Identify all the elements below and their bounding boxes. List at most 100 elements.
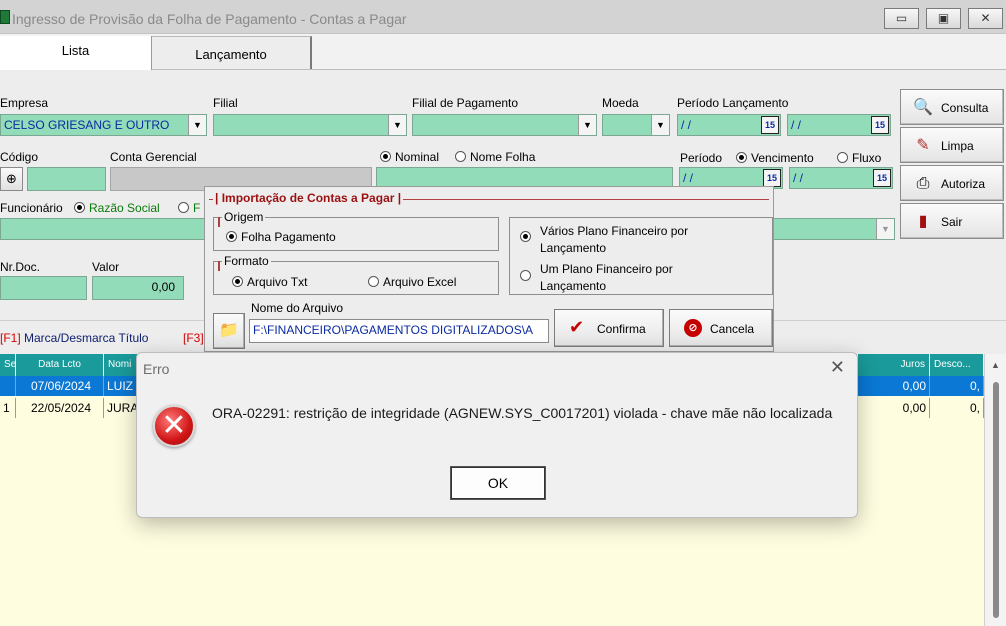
folha-pagamento-label: Folha Pagamento: [241, 230, 336, 244]
col-header-data[interactable]: Data Lcto: [16, 354, 104, 376]
vencimento-radio[interactable]: Vencimento: [736, 151, 814, 165]
periodo-lancamento-fim[interactable]: / / 15: [787, 114, 891, 136]
close-icon[interactable]: ✕: [830, 357, 845, 378]
exit-door-icon: ▮: [918, 213, 928, 230]
nome-folha-radio[interactable]: Nome Folha: [455, 150, 535, 164]
other-radio[interactable]: F: [178, 201, 200, 215]
col-header-juros[interactable]: Juros: [858, 354, 930, 376]
nrdoc-input[interactable]: [0, 276, 87, 300]
razao-social-radio[interactable]: Razão Social: [74, 201, 160, 215]
cancel-icon: ⊘: [684, 319, 702, 337]
empresa-label: Empresa: [0, 96, 49, 110]
nominal-radio[interactable]: Nominal: [380, 150, 439, 164]
import-dialog: | Importação de Contas a Pagar | Origem …: [204, 186, 774, 352]
minimize-button[interactable]: ▭: [884, 8, 919, 29]
calendar-icon[interactable]: 15: [871, 116, 889, 134]
tab-lista[interactable]: Lista: [0, 36, 152, 70]
date-text: / /: [683, 171, 694, 185]
grid-scrollbar[interactable]: ▲: [984, 354, 1006, 626]
cell-data: 22/05/2024: [16, 398, 104, 418]
um-plano-text: Um Plano Financeiro por Lançamento: [540, 261, 673, 295]
confirma-button[interactable]: ✔ Confirma: [554, 309, 664, 347]
cell-data: 07/06/2024: [16, 376, 104, 396]
radio-icon: [837, 152, 848, 163]
import-dialog-title: | Importação de Contas a Pagar |: [213, 191, 404, 205]
razao-social-label: Razão Social: [89, 201, 160, 215]
limpa-button[interactable]: ✎ Limpa: [900, 127, 1004, 163]
radio-icon: [380, 151, 391, 162]
broom-icon: ✎: [916, 137, 930, 154]
close-button[interactable]: ✕: [968, 8, 1003, 29]
f3-key: [F3]: [183, 331, 204, 345]
col-header-desconto[interactable]: Desco...: [930, 354, 984, 376]
app-icon: [0, 10, 10, 24]
empresa-value: CELSO GRIESANG E OUTRO: [4, 118, 170, 132]
tab-lancamento[interactable]: Lançamento: [152, 36, 312, 70]
um-plano-radio[interactable]: [520, 270, 531, 281]
nominal-label: Nominal: [395, 150, 440, 164]
autoriza-button[interactable]: ⎙ Autoriza: [900, 165, 1004, 201]
moeda-label: Moeda: [602, 96, 639, 110]
arquivo-txt-radio[interactable]: Arquivo Txt: [232, 275, 307, 289]
chevron-down-icon[interactable]: ▼: [388, 115, 406, 135]
error-message: ORA-02291: restrição de integridade (AGN…: [212, 405, 833, 421]
periodo-fim[interactable]: / / 15: [789, 167, 893, 189]
printer-icon: ⎙: [916, 175, 930, 192]
calendar-icon[interactable]: 15: [761, 116, 779, 134]
sair-button[interactable]: ▮ Sair: [900, 203, 1004, 239]
cancela-button[interactable]: ⊘ Cancela: [669, 309, 773, 347]
radio-icon: [74, 202, 85, 213]
checkmark-icon: ✔: [569, 317, 585, 337]
other-radio-label: F: [193, 201, 201, 215]
fluxo-label: Fluxo: [852, 151, 882, 165]
magnifier-icon: 🔍: [913, 99, 933, 116]
tab-bar: Lista Lançamento: [0, 34, 1006, 70]
date-text: / /: [681, 118, 692, 132]
cell-desconto: 0,: [930, 376, 984, 396]
arquivo-path-input[interactable]: F:\FINANCEIRO\PAGAMENTOS DIGITALIZADOS\A: [249, 319, 549, 343]
radio-icon: [226, 231, 237, 242]
varios-plano-text: Vários Plano Financeiro por Lançamento: [540, 223, 688, 257]
plano-financeiro-group: Vários Plano Financeiro por Lançamento Um…: [509, 217, 773, 295]
valor-input[interactable]: 0,00: [92, 276, 184, 300]
consulta-button[interactable]: 🔍 Consulta: [900, 89, 1004, 125]
col-header-sel[interactable]: Sel: [0, 354, 16, 376]
chevron-down-icon[interactable]: ▼: [651, 115, 669, 135]
filial-pagamento-select[interactable]: ▼: [412, 114, 597, 136]
cell-juros: 0,00: [858, 376, 930, 396]
autoriza-label: Autoriza: [941, 177, 986, 191]
formato-group: Formato Arquivo Txt Arquivo Excel: [213, 254, 499, 295]
cancela-label: Cancela: [710, 322, 755, 336]
filial-select[interactable]: ▼: [213, 114, 407, 136]
group-accent: [218, 217, 220, 227]
cell-nome: JURA: [104, 398, 138, 418]
moeda-select[interactable]: ▼: [602, 114, 670, 136]
empresa-select[interactable]: CELSO GRIESANG E OUTRO ▼: [0, 114, 207, 136]
col-header-nome[interactable]: Nomi: [104, 354, 138, 376]
f1-text: Marca/Desmarca Título: [24, 331, 149, 345]
search-icon[interactable]: ⊕: [0, 167, 23, 191]
calendar-icon[interactable]: 15: [873, 169, 891, 187]
radio-icon: [178, 202, 189, 213]
conta-gerencial-label: Conta Gerencial: [110, 150, 197, 164]
varios-plano-radio[interactable]: [520, 231, 531, 242]
chevron-down-icon[interactable]: ▼: [876, 219, 894, 239]
maximize-button[interactable]: ▣: [926, 8, 961, 29]
arquivo-excel-radio[interactable]: Arquivo Excel: [368, 275, 456, 289]
periodo-lancamento-inicio[interactable]: / / 15: [677, 114, 781, 136]
calendar-icon[interactable]: 15: [763, 169, 781, 187]
vencimento-label: Vencimento: [751, 151, 814, 165]
limpa-label: Limpa: [941, 139, 974, 153]
radio-icon: [455, 151, 466, 162]
folha-pagamento-radio[interactable]: Folha Pagamento: [226, 230, 336, 244]
codigo-input[interactable]: [27, 167, 106, 191]
chevron-up-icon[interactable]: ▲: [991, 360, 1000, 370]
ok-button[interactable]: OK: [451, 467, 545, 499]
fluxo-radio[interactable]: Fluxo: [837, 151, 881, 165]
scroll-thumb[interactable]: [993, 382, 999, 618]
chevron-down-icon[interactable]: ▼: [578, 115, 596, 135]
window-title: Ingresso de Provisão da Folha de Pagamen…: [12, 11, 407, 27]
arquivo-txt-label: Arquivo Txt: [247, 275, 308, 289]
open-folder-icon[interactable]: 📁: [213, 313, 245, 349]
chevron-down-icon[interactable]: ▼: [188, 115, 206, 135]
